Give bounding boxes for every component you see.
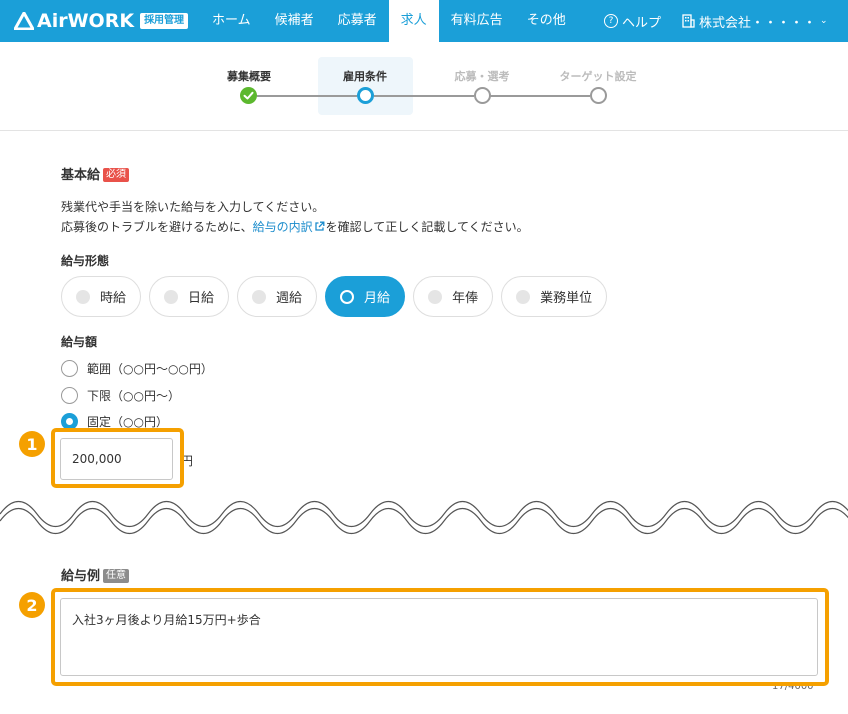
radio-dot-icon (164, 289, 179, 304)
radio-dot-icon (428, 289, 443, 304)
radio-button[interactable] (61, 359, 78, 377)
building-icon (682, 14, 695, 28)
radio-button-checked[interactable] (61, 412, 78, 430)
progress-stepper: 募集概要 雇用条件 応募・選考 ターゲット設定 (0, 42, 848, 131)
pill-label: 年俸 (452, 291, 479, 306)
radio-dot-icon (76, 289, 90, 304)
amount-type-range[interactable]: 範囲（○○円〜○○円） (61, 359, 213, 377)
salary-example-heading: 給与例 任意 (61, 565, 130, 584)
check-icon (243, 91, 254, 100)
nav-applicants[interactable]: 応募者 (326, 0, 389, 42)
current-step-highlight (318, 57, 413, 115)
amount-type-minimum[interactable]: 下限（○○円〜） (61, 386, 180, 404)
nav-job-postings[interactable]: 求人 (388, 0, 439, 42)
step-todo-node (590, 87, 607, 104)
optional-badge: 任意 (103, 569, 130, 583)
pay-type-daily[interactable]: 日給 (149, 276, 230, 317)
step-label: 応募・選考 (454, 70, 510, 83)
pay-type-selector: 時給 日給 週給 月給 年俸 業務単位 (61, 276, 608, 317)
step-current-node (357, 87, 374, 104)
amount-label: 給与額 (61, 335, 98, 349)
main-nav: ホーム 候補者 応募者 求人 有料広告 その他 (200, 0, 578, 42)
step-target-settings[interactable]: ターゲット設定 (543, 68, 653, 83)
step-todo-node (474, 87, 491, 104)
pill-label: 週給 (276, 291, 303, 306)
radio-label: 範囲（○○円〜○○円） (87, 361, 213, 376)
link-text: 給与の内訳 (252, 220, 313, 234)
description-line: 残業代や手当を除いた給与を入力してください。 (61, 200, 325, 214)
step-employment-conditions[interactable]: 雇用条件 (310, 68, 420, 83)
salary-breakdown-link[interactable]: 給与の内訳 (253, 220, 326, 234)
airwork-logo[interactable]: AirWORK 採用管理 (14, 9, 189, 33)
required-badge: 必須 (103, 168, 130, 182)
logo-text: AirWORK (37, 10, 135, 32)
amount-type-fixed[interactable]: 固定（○○円） (61, 412, 168, 430)
help-link[interactable]: ? ヘルプ (604, 0, 661, 42)
nav-other[interactable]: その他 (515, 0, 578, 42)
step-application-selection[interactable]: 応募・選考 (427, 68, 537, 83)
pill-label: 日給 (188, 291, 215, 306)
pay-type-per-task[interactable]: 業務単位 (501, 276, 608, 317)
salary-amount-input[interactable] (60, 438, 173, 480)
company-name: 株式会社・・・・・ (699, 15, 817, 31)
radio-label: 固定（○○円） (87, 414, 168, 429)
base-salary-title: 基本給 (61, 168, 101, 183)
top-navigation-bar: AirWORK 採用管理 ホーム 候補者 応募者 求人 有料広告 その他 ? ヘ… (0, 0, 848, 42)
salary-example-textarea[interactable]: 入社3ヶ月後より月給15万円+歩合 (60, 598, 818, 676)
description-text: 応募後のトラブルを避けるために、 (61, 220, 253, 234)
pill-label: 時給 (100, 291, 127, 306)
logo-badge: 採用管理 (140, 13, 189, 29)
step-connector (490, 95, 590, 97)
step-label: 雇用条件 (343, 70, 387, 83)
step-overview[interactable]: 募集概要 (194, 68, 304, 83)
radio-dot-icon (516, 289, 531, 304)
base-salary-heading: 基本給 必須 (61, 164, 130, 183)
radio-label: 下限（○○円〜） (87, 388, 180, 403)
radio-button[interactable] (61, 386, 78, 404)
annotation-marker-2: 2 (19, 592, 45, 618)
pay-type-annual[interactable]: 年俸 (413, 276, 494, 317)
radio-ring-icon (340, 289, 355, 304)
character-counter: 17/4000 (772, 681, 814, 692)
pill-label: 業務単位 (540, 291, 593, 306)
salary-example-title: 給与例 (61, 569, 101, 584)
amount-unit: 円 (181, 454, 194, 468)
airwork-logo-icon (14, 12, 34, 30)
pay-type-monthly[interactable]: 月給 (325, 276, 406, 317)
help-label: ヘルプ (622, 15, 662, 31)
pay-type-hourly[interactable]: 時給 (61, 276, 142, 317)
external-link-icon (315, 221, 325, 231)
nav-home[interactable]: ホーム (200, 0, 263, 42)
pill-label: 月給 (364, 291, 391, 306)
step-connector (257, 95, 357, 97)
nav-candidates[interactable]: 候補者 (263, 0, 326, 42)
base-salary-description: 残業代や手当を除いた給与を入力してください。 応募後のトラブルを避けるために、給… (61, 197, 529, 237)
content-break-wave (0, 500, 848, 535)
chevron-down-icon: ⌄ (820, 16, 828, 26)
nav-paid-ads[interactable]: 有料広告 (439, 0, 515, 42)
pay-type-weekly[interactable]: 週給 (237, 276, 318, 317)
description-text: を確認して正しく記載してください。 (325, 220, 529, 234)
annotation-marker-1: 1 (19, 431, 45, 457)
radio-dot-icon (252, 289, 267, 304)
company-menu[interactable]: 株式会社・・・・・ ⌄ (681, 0, 828, 42)
pay-type-label: 給与形態 (61, 254, 110, 268)
description-line: 応募後のトラブルを避けるために、給与の内訳 を確認して正しく記載してください。 (61, 217, 529, 237)
step-label: ターゲット設定 (559, 70, 637, 83)
step-label: 募集概要 (227, 70, 271, 83)
help-icon: ? (604, 14, 618, 28)
step-connector (374, 95, 474, 97)
step-done-node (240, 87, 257, 104)
